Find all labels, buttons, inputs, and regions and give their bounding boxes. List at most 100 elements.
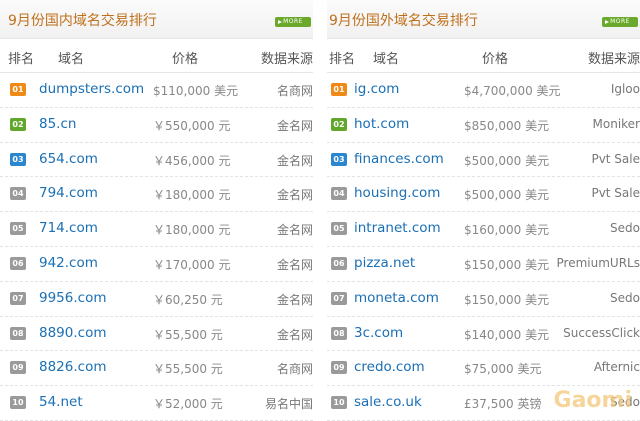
source-column-header: 数据来源	[587, 52, 640, 67]
price-value: ￥55,500 元	[153, 327, 223, 342]
source-value: 金名网	[276, 223, 313, 238]
price-value: $500,000 美元	[464, 188, 550, 203]
domain-link[interactable]: finances.com	[354, 151, 444, 167]
rank-badge: 04	[10, 187, 26, 201]
domain-link[interactable]: credo.com	[354, 359, 425, 375]
domain-link[interactable]: 3c.com	[354, 325, 403, 341]
domestic-ranking-panel: 9月份国内域名交易排行 MORE 排名 域名 价格 数据来源 01 dumpste…	[0, 0, 313, 421]
domain-link[interactable]: 714.com	[39, 220, 98, 236]
table-row: 03 654.com ￥456,000 元 金名网	[0, 143, 313, 178]
price-value: ￥55,500 元	[153, 362, 223, 377]
table-row: 06 pizza.net $150,000 美元 PremiumURLs	[327, 247, 640, 282]
price-value: $160,000 美元	[464, 223, 550, 238]
watermark-logo: Gaomi	[553, 388, 632, 413]
table-row: 01 dumpsters.com $110,000 美元 名商网	[0, 73, 313, 108]
page: 9月份国内域名交易排行 MORE 排名 域名 价格 数据来源 01 dumpste…	[0, 0, 640, 421]
price-value: ￥60,250 元	[153, 292, 223, 307]
table-row: 07 moneta.com $150,000 美元 Sedo	[327, 282, 640, 317]
price-value: $150,000 美元	[464, 292, 550, 307]
domain-link[interactable]: 8890.com	[39, 325, 106, 341]
domain-column-header: 域名	[58, 52, 85, 67]
source-value: Sedo	[610, 221, 640, 236]
domain-link[interactable]: moneta.com	[354, 290, 439, 306]
domain-link[interactable]: 794.com	[39, 185, 98, 201]
source-value: PremiumURLs	[556, 255, 640, 270]
foreign-panel-title: 9月份国外域名交易排行	[329, 13, 478, 29]
domain-link[interactable]: 85.cn	[39, 116, 76, 132]
table-row: 10 54.net ￥52,000 元 易名中国	[0, 386, 313, 421]
rank-badge: 10	[10, 396, 26, 410]
table-row: 01 ig.com $4,700,000 美元 Igloo	[327, 73, 640, 108]
source-value: 名商网	[276, 84, 313, 98]
table-row: 08 3c.com $140,000 美元 SuccessClick	[327, 317, 640, 352]
domestic-rows: 01 dumpsters.com $110,000 美元 名商网 02 85.cn ￥550…	[0, 73, 313, 421]
source-value: 易名中国	[264, 397, 313, 412]
rank-badge: 03	[331, 152, 347, 166]
price-column-header: 价格	[172, 52, 199, 67]
table-row: 07 9956.com ￥60,250 元 金名网	[0, 282, 313, 317]
price-value: £37,500 英镑	[464, 397, 542, 412]
price-value: ￥180,000 元	[153, 223, 231, 238]
domain-link[interactable]: ig.com	[354, 81, 399, 97]
price-value: $500,000 美元	[464, 153, 550, 168]
domestic-panel-title: 9月份国内域名交易排行	[8, 13, 157, 29]
price-value: $140,000 美元	[464, 327, 550, 342]
rank-badge: 02	[331, 117, 347, 131]
domain-link[interactable]: intranet.com	[354, 220, 441, 236]
source-value: 金名网	[276, 327, 313, 342]
rank-badge: 05	[10, 222, 26, 236]
source-value: Moniker	[592, 116, 640, 131]
foreign-ranking-panel: 9月份国外域名交易排行 MORE 排名 域名 价格 数据来源 01 ig.com $…	[327, 0, 640, 421]
foreign-more-button[interactable]: MORE	[602, 17, 638, 27]
domain-link[interactable]: hot.com	[354, 116, 409, 132]
rank-badge: 06	[10, 256, 26, 270]
price-value: $75,000 美元	[464, 362, 542, 377]
table-row: 05 714.com ￥180,000 元 金名网	[0, 212, 313, 247]
domain-link[interactable]: dumpsters.com	[39, 81, 144, 97]
source-value: 金名网	[276, 188, 313, 203]
rank-badge: 09	[331, 361, 347, 375]
rank-badge: 01	[331, 83, 347, 96]
foreign-panel-header: 9月份国外域名交易排行 MORE	[327, 0, 640, 39]
table-row: 05 intranet.com $160,000 美元 Sedo	[327, 212, 640, 247]
domain-link[interactable]: 942.com	[39, 255, 98, 271]
rank-column-header: 排名	[8, 52, 35, 67]
source-value: Igloo	[610, 82, 640, 96]
rank-badge: 06	[331, 256, 347, 270]
price-value: ￥456,000 元	[153, 153, 231, 168]
rank-badge: 10	[331, 396, 347, 410]
domain-link[interactable]: 654.com	[39, 151, 98, 167]
domain-link[interactable]: 9956.com	[39, 290, 106, 306]
domain-link[interactable]: 54.net	[39, 394, 83, 410]
rank-badge: 08	[10, 326, 26, 340]
price-column-header: 价格	[482, 52, 509, 67]
table-row: 09 credo.com $75,000 美元 Afternic	[327, 351, 640, 387]
rank-badge: 04	[331, 187, 347, 201]
domain-link[interactable]: pizza.net	[354, 255, 415, 271]
source-value: Pvt Sale	[591, 186, 640, 201]
source-value: 名商网	[276, 362, 313, 377]
rank-badge: 03	[10, 152, 26, 166]
source-value: 金名网	[276, 118, 313, 133]
price-value: ￥550,000 元	[153, 118, 231, 133]
source-value: SuccessClick	[563, 325, 640, 340]
domain-link[interactable]: 8826.com	[39, 359, 106, 375]
domain-link[interactable]: sale.co.uk	[354, 394, 422, 410]
domain-column-header: 域名	[373, 52, 400, 67]
price-value: $4,700,000 美元	[464, 84, 561, 98]
table-row: 03 finances.com $500,000 美元 Pvt Sale	[327, 143, 640, 178]
domestic-column-headers: 排名 域名 价格 数据来源	[0, 39, 313, 73]
source-value: Pvt Sale	[591, 151, 640, 166]
table-row: 04 housing.com $500,000 美元 Pvt Sale	[327, 177, 640, 213]
foreign-rows: 01 ig.com $4,700,000 美元 Igloo 02 hot.com $850,…	[327, 73, 640, 421]
rank-badge: 07	[331, 291, 347, 305]
domestic-panel-header: 9月份国内域名交易排行 MORE	[0, 0, 313, 39]
source-value: 金名网	[276, 257, 313, 272]
source-column-header: 数据来源	[260, 52, 313, 67]
domestic-more-button[interactable]: MORE	[275, 17, 311, 27]
foreign-column-headers: 排名 域名 价格 数据来源	[327, 39, 640, 73]
domain-link[interactable]: housing.com	[354, 185, 440, 201]
price-value: ￥180,000 元	[153, 188, 231, 203]
table-row: 02 85.cn ￥550,000 元 金名网	[0, 108, 313, 143]
price-value: $110,000 美元	[153, 84, 239, 98]
